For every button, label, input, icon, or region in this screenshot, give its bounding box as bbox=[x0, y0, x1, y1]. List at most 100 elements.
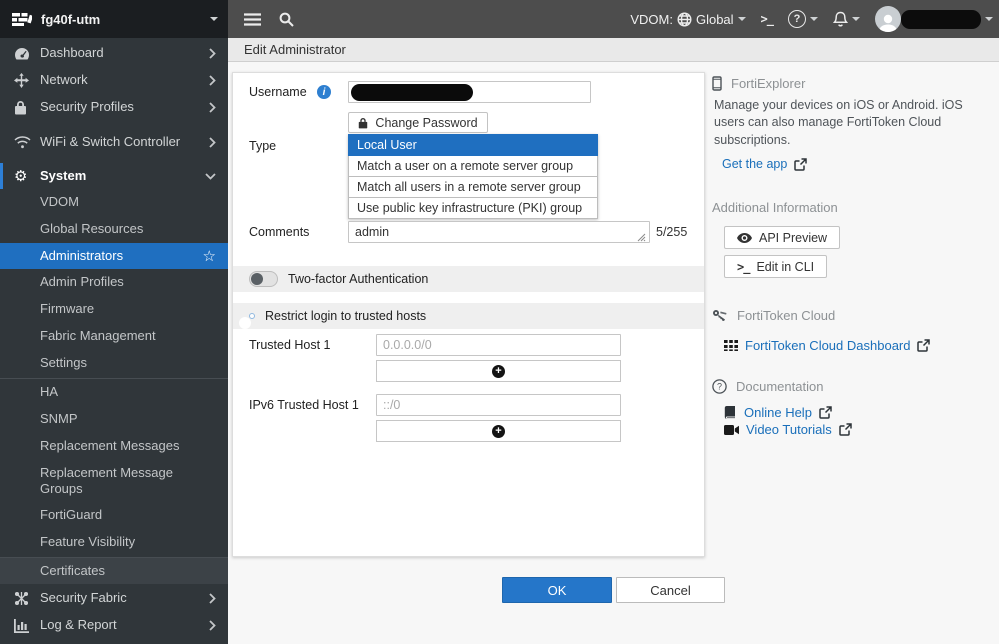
book-icon bbox=[724, 406, 737, 419]
video-camera-icon bbox=[724, 425, 739, 435]
fortigate-logo-icon bbox=[12, 13, 32, 26]
sidebar-item-dashboard[interactable]: Dashboard bbox=[0, 40, 228, 67]
eye-icon bbox=[737, 233, 752, 243]
fortitoken-cloud-title: FortiToken Cloud bbox=[737, 308, 835, 323]
sidebar-item-label: HA bbox=[40, 384, 216, 400]
video-tutorials-link[interactable]: Video Tutorials bbox=[724, 422, 852, 437]
api-preview-button[interactable]: API Preview bbox=[724, 226, 840, 249]
sidebar-item-replacement-message-groups[interactable]: Replacement Message Groups bbox=[0, 460, 228, 502]
sidebar-item-label: Certificates bbox=[40, 563, 216, 579]
wifi-icon bbox=[14, 135, 40, 149]
plus-icon: + bbox=[492, 365, 505, 378]
chevron-right-icon bbox=[209, 48, 216, 59]
hostname-caret-icon bbox=[210, 17, 218, 21]
help-menu[interactable]: ? bbox=[788, 10, 818, 28]
plus-icon: + bbox=[492, 425, 505, 438]
comments-counter: 5/255 bbox=[656, 225, 687, 239]
sidebar-item-administrators[interactable]: Administrators ☆ bbox=[0, 243, 228, 269]
dashboard-grid-icon bbox=[724, 340, 738, 351]
notifications-menu[interactable] bbox=[833, 11, 860, 27]
get-the-app-label: Get the app bbox=[722, 157, 787, 171]
ipv6-trusted-host1-input[interactable] bbox=[376, 394, 621, 416]
sidebar-item-label: WiFi & Switch Controller bbox=[40, 134, 209, 150]
restrict-login-label: Restrict login to trusted hosts bbox=[265, 309, 426, 323]
topbar-right-cluster: VDOM: Global >_ ? bbox=[630, 0, 993, 38]
favorite-star-icon[interactable]: ☆ bbox=[203, 247, 216, 265]
external-link-icon bbox=[794, 158, 807, 171]
cli-prompt-icon: >_ bbox=[737, 260, 749, 274]
type-option-pki-group[interactable]: Use public key infrastructure (PKI) grou… bbox=[348, 198, 598, 219]
cancel-button[interactable]: Cancel bbox=[616, 577, 725, 603]
api-preview-label: API Preview bbox=[759, 231, 827, 245]
sidebar-item-system[interactable]: ⚙ System bbox=[0, 163, 228, 189]
keys-icon bbox=[712, 309, 728, 323]
fortiexplorer-header: FortiExplorer bbox=[712, 76, 805, 91]
sidebar-item-network[interactable]: Network bbox=[0, 67, 228, 94]
lock-icon bbox=[14, 100, 40, 115]
sidebar-item-fortiguard[interactable]: FortiGuard bbox=[0, 502, 228, 529]
sidebar-item-feature-visibility[interactable]: Feature Visibility bbox=[0, 529, 228, 556]
hostname-menu[interactable]: fg40f-utm bbox=[0, 0, 228, 38]
type-option-match-user[interactable]: Match a user on a remote server group bbox=[348, 156, 598, 177]
sidebar-item-snmp[interactable]: SNMP bbox=[0, 406, 228, 433]
online-help-link[interactable]: Online Help bbox=[724, 405, 832, 420]
type-option-match-all-users[interactable]: Match all users in a remote server group bbox=[348, 177, 598, 198]
sidebar-item-security-profiles[interactable]: Security Profiles bbox=[0, 94, 228, 121]
ok-button[interactable]: OK bbox=[502, 577, 612, 603]
sidebar-item-label: Administrators bbox=[40, 248, 203, 264]
sidebar-item-firmware[interactable]: Firmware bbox=[0, 296, 228, 323]
resize-grip-icon[interactable] bbox=[637, 233, 646, 242]
sidebar-item-label: Security Fabric bbox=[40, 590, 209, 606]
fortitoken-dashboard-link[interactable]: FortiToken Cloud Dashboard bbox=[724, 338, 930, 353]
vdom-label: VDOM: bbox=[630, 12, 673, 27]
external-link-icon bbox=[917, 339, 930, 352]
trusted-host1-input[interactable] bbox=[376, 334, 621, 356]
vdom-selector[interactable]: VDOM: Global bbox=[630, 12, 745, 27]
sidebar-item-settings[interactable]: Settings bbox=[0, 350, 228, 377]
vdom-caret-icon bbox=[738, 17, 746, 21]
search-icon[interactable] bbox=[279, 12, 294, 27]
sidebar-item-replacement-messages[interactable]: Replacement Messages bbox=[0, 433, 228, 460]
sidebar-item-fabric-management[interactable]: Fabric Management bbox=[0, 323, 228, 350]
chevron-right-icon bbox=[209, 102, 216, 113]
bar-chart-icon bbox=[14, 619, 40, 633]
comments-textarea[interactable]: admin bbox=[348, 221, 650, 243]
get-the-app-link[interactable]: Get the app bbox=[722, 157, 807, 171]
user-menu[interactable] bbox=[875, 6, 993, 32]
add-trusted-host-button[interactable]: + bbox=[376, 360, 621, 382]
dashboard-icon bbox=[14, 47, 40, 61]
sidebar-nav: Dashboard Network Security Profiles WiFi… bbox=[0, 38, 228, 644]
security-fabric-icon bbox=[14, 591, 40, 606]
twofactor-toggle[interactable] bbox=[249, 271, 278, 287]
fortiexplorer-body: Manage your devices on iOS or Android. i… bbox=[714, 97, 990, 149]
sidebar-item-label: Security Profiles bbox=[40, 99, 209, 115]
sidebar-item-label: Firmware bbox=[40, 301, 216, 317]
edit-in-cli-button[interactable]: >_ Edit in CLI bbox=[724, 255, 827, 278]
type-option-local-user[interactable]: Local User bbox=[348, 134, 598, 156]
cli-console-icon[interactable]: >_ bbox=[761, 12, 773, 26]
sidebar-item-admin-profiles[interactable]: Admin Profiles bbox=[0, 269, 228, 296]
ok-label: OK bbox=[548, 583, 567, 598]
username-redacted bbox=[901, 10, 981, 29]
additional-information-header: Additional Information bbox=[712, 200, 838, 215]
toggle-focus-ring bbox=[249, 313, 255, 319]
documentation-header: ? Documentation bbox=[712, 379, 823, 394]
add-ipv6-trusted-host-button[interactable]: + bbox=[376, 420, 621, 442]
info-icon[interactable]: i bbox=[317, 85, 331, 99]
sidebar-item-wifi-switch-controller[interactable]: WiFi & Switch Controller bbox=[0, 121, 228, 163]
restrict-login-row: Restrict login to trusted hosts bbox=[233, 303, 704, 329]
sidebar-item-ha[interactable]: HA bbox=[0, 379, 228, 406]
change-password-button[interactable]: Change Password bbox=[348, 112, 488, 133]
notifications-caret-icon bbox=[852, 17, 860, 21]
sidebar-item-security-fabric[interactable]: Security Fabric bbox=[0, 585, 228, 612]
sidebar-item-vdom[interactable]: VDOM bbox=[0, 189, 228, 216]
sidebar-item-log-report[interactable]: Log & Report bbox=[0, 612, 228, 639]
username-value-redacted bbox=[351, 84, 473, 101]
sidebar-item-certificates[interactable]: Certificates bbox=[0, 558, 228, 584]
sidebar-item-global-resources[interactable]: Global Resources bbox=[0, 216, 228, 243]
menu-toggle-icon[interactable] bbox=[244, 13, 261, 26]
change-password-label: Change Password bbox=[375, 116, 477, 130]
sidebar-item-label: Network bbox=[40, 72, 209, 88]
type-label: Type bbox=[249, 139, 276, 153]
fortigate-admin-ui: fg40f-utm VDOM: Global >_ ? bbox=[0, 0, 999, 644]
